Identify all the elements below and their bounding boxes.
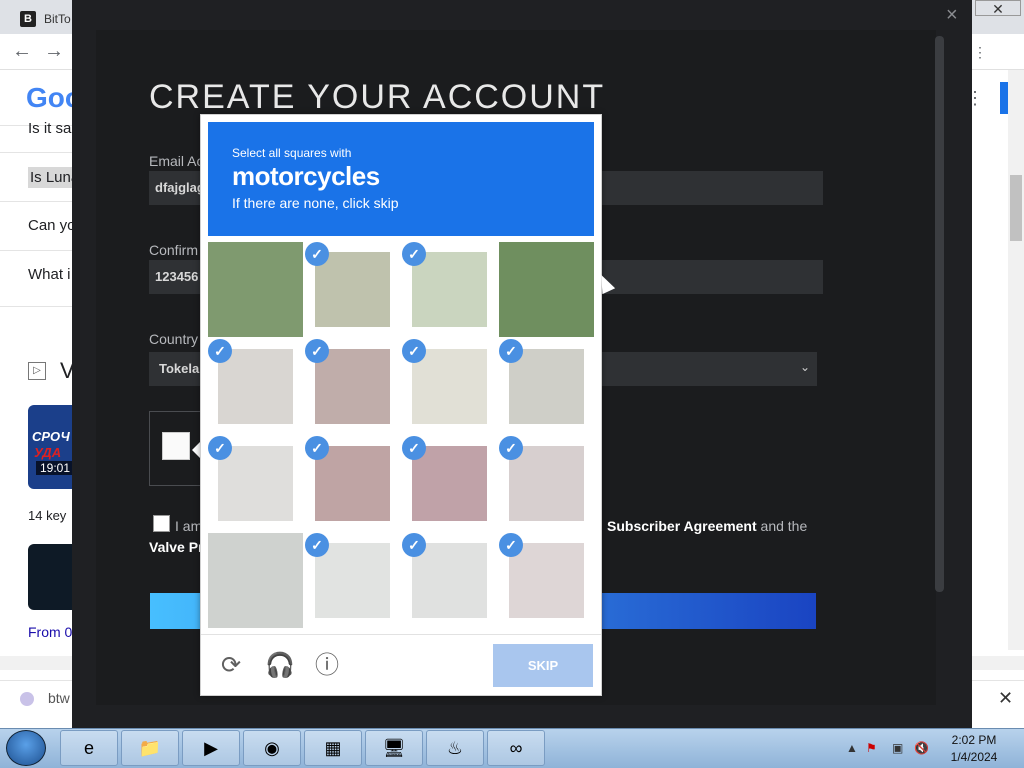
divider xyxy=(0,152,80,153)
subscriber-agreement-link[interactable]: Subscriber Agreement xyxy=(607,518,757,534)
agree-text: I am xyxy=(175,518,203,534)
tile-image xyxy=(208,533,303,628)
tile-selected-check-icon: ✓ xyxy=(499,436,523,460)
steam-icon[interactable]: ♨ xyxy=(426,730,484,766)
tile-image xyxy=(509,446,584,521)
file-explorer-icon[interactable]: 📁 xyxy=(121,730,179,766)
divider xyxy=(0,306,80,307)
control-panel-icon[interactable]: ▦ xyxy=(304,730,362,766)
tile-selected-check-icon: ✓ xyxy=(305,339,329,363)
tile-selected-check-icon: ✓ xyxy=(305,533,329,557)
agree-text-tail: Subscriber Agreement and the xyxy=(607,518,807,534)
tile-image xyxy=(315,543,390,618)
thumbnail-caption: СРОЧ xyxy=(32,429,70,444)
country-label: Country xyxy=(149,331,199,347)
challenge-tile[interactable] xyxy=(208,533,303,628)
tile-image xyxy=(315,252,390,327)
confirm-email-label: Confirm xyxy=(149,242,199,258)
thumbnail-caption: УДА xyxy=(34,445,62,460)
tile-selected-check-icon: ✓ xyxy=(208,436,232,460)
tile-image xyxy=(509,349,584,424)
download-icon xyxy=(20,692,34,706)
modal-close-icon[interactable]: × xyxy=(946,4,958,27)
tile-selected-check-icon: ✓ xyxy=(305,242,329,266)
divider xyxy=(0,201,80,202)
agree-and-the: and the xyxy=(760,518,808,534)
back-arrow-icon[interactable]: ← xyxy=(12,40,32,63)
challenge-target: motorcycles xyxy=(232,161,380,191)
tab-title: BitTo xyxy=(44,12,71,26)
tile-selected-check-icon: ✓ xyxy=(499,533,523,557)
email-label: Email Ac xyxy=(149,153,204,169)
internet-explorer-icon[interactable]: e xyxy=(60,730,118,766)
headphones-icon[interactable]: 🎧 xyxy=(265,652,295,680)
privacy-policy-link[interactable]: Valve Pr xyxy=(149,539,204,555)
tile-image xyxy=(412,446,487,521)
network-icon[interactable]: ▣ xyxy=(892,741,903,755)
tile-image xyxy=(412,349,487,424)
media-player-icon[interactable]: ▶ xyxy=(182,730,240,766)
browser-tab[interactable]: B BitTo xyxy=(8,4,78,34)
list-item[interactable]: What i xyxy=(28,266,71,283)
divider xyxy=(0,250,80,251)
tile-selected-check-icon: ✓ xyxy=(402,436,426,460)
modal-scrollbar[interactable] xyxy=(935,36,944,592)
sign-in-button[interactable] xyxy=(1000,82,1008,114)
challenge-tile[interactable] xyxy=(499,242,594,337)
site-favicon-icon: B xyxy=(20,11,36,27)
challenge-tile[interactable] xyxy=(208,242,303,337)
clock-date[interactable]: 1/4/2024 xyxy=(944,750,1004,764)
page-title: CREATE YOUR ACCOUNT xyxy=(149,78,606,116)
tile-selected-check-icon: ✓ xyxy=(402,339,426,363)
agree-checkbox[interactable] xyxy=(153,515,170,532)
video-duration: 19:01 xyxy=(36,461,75,475)
tile-image xyxy=(412,252,487,327)
tile-selected-check-icon: ✓ xyxy=(499,339,523,363)
clock-time[interactable]: 2:02 PM xyxy=(944,733,1004,747)
tile-image xyxy=(499,242,594,337)
tile-image xyxy=(315,349,390,424)
skip-button[interactable]: SKIP xyxy=(493,644,593,687)
forward-arrow-icon[interactable]: → xyxy=(44,40,64,63)
challenge-hint: If there are none, click skip xyxy=(232,195,399,211)
tile-image xyxy=(509,543,584,618)
page-scrollbar[interactable] xyxy=(1008,70,1024,650)
list-item[interactable]: Can yo xyxy=(28,217,76,234)
result-snippet: 14 key xyxy=(28,508,67,523)
tile-selected-check-icon: ✓ xyxy=(305,436,329,460)
result-link[interactable]: From 0 xyxy=(28,624,72,640)
volume-muted-icon[interactable]: 🔇 xyxy=(914,741,929,755)
tile-image xyxy=(412,543,487,618)
captcha-checkbox[interactable] xyxy=(162,432,190,460)
start-button[interactable] xyxy=(6,730,46,766)
divider xyxy=(201,634,601,635)
tile-image xyxy=(208,242,303,337)
app-infinity-icon[interactable]: ∞ xyxy=(487,730,545,766)
more-options-icon[interactable]: ⋮ xyxy=(973,44,987,61)
video-thumbnail[interactable]: СРОЧ УДА 19:01 xyxy=(28,405,78,489)
window-close-button[interactable]: ✕ xyxy=(975,0,1021,17)
download-bar-close-icon[interactable]: ✕ xyxy=(998,688,1013,709)
tile-selected-check-icon: ✓ xyxy=(402,242,426,266)
tile-selected-check-icon: ✓ xyxy=(402,533,426,557)
tile-image xyxy=(218,446,293,521)
tile-selected-check-icon: ✓ xyxy=(208,339,232,363)
info-icon[interactable]: ⓘ xyxy=(313,652,341,680)
challenge-instruction: Select all squares with xyxy=(232,146,352,160)
video-section-icon: ▷ xyxy=(28,362,46,380)
scrollbar-thumb[interactable] xyxy=(1010,175,1022,241)
tray-expand-icon[interactable]: ▲ xyxy=(846,741,858,755)
refresh-icon[interactable]: ⟳ xyxy=(217,652,245,680)
chrome-icon[interactable]: ◉ xyxy=(243,730,301,766)
video-thumbnail[interactable] xyxy=(28,544,78,610)
download-filename[interactable]: btw xyxy=(48,690,70,706)
remote-desktop-icon[interactable]: 🖥 xyxy=(365,730,423,766)
chevron-down-icon: ⌄ xyxy=(800,360,811,374)
list-item[interactable]: Is it sa xyxy=(28,120,71,137)
tile-image xyxy=(315,446,390,521)
action-center-flag-icon[interactable]: ⚑ xyxy=(866,741,877,755)
tile-image xyxy=(218,349,293,424)
